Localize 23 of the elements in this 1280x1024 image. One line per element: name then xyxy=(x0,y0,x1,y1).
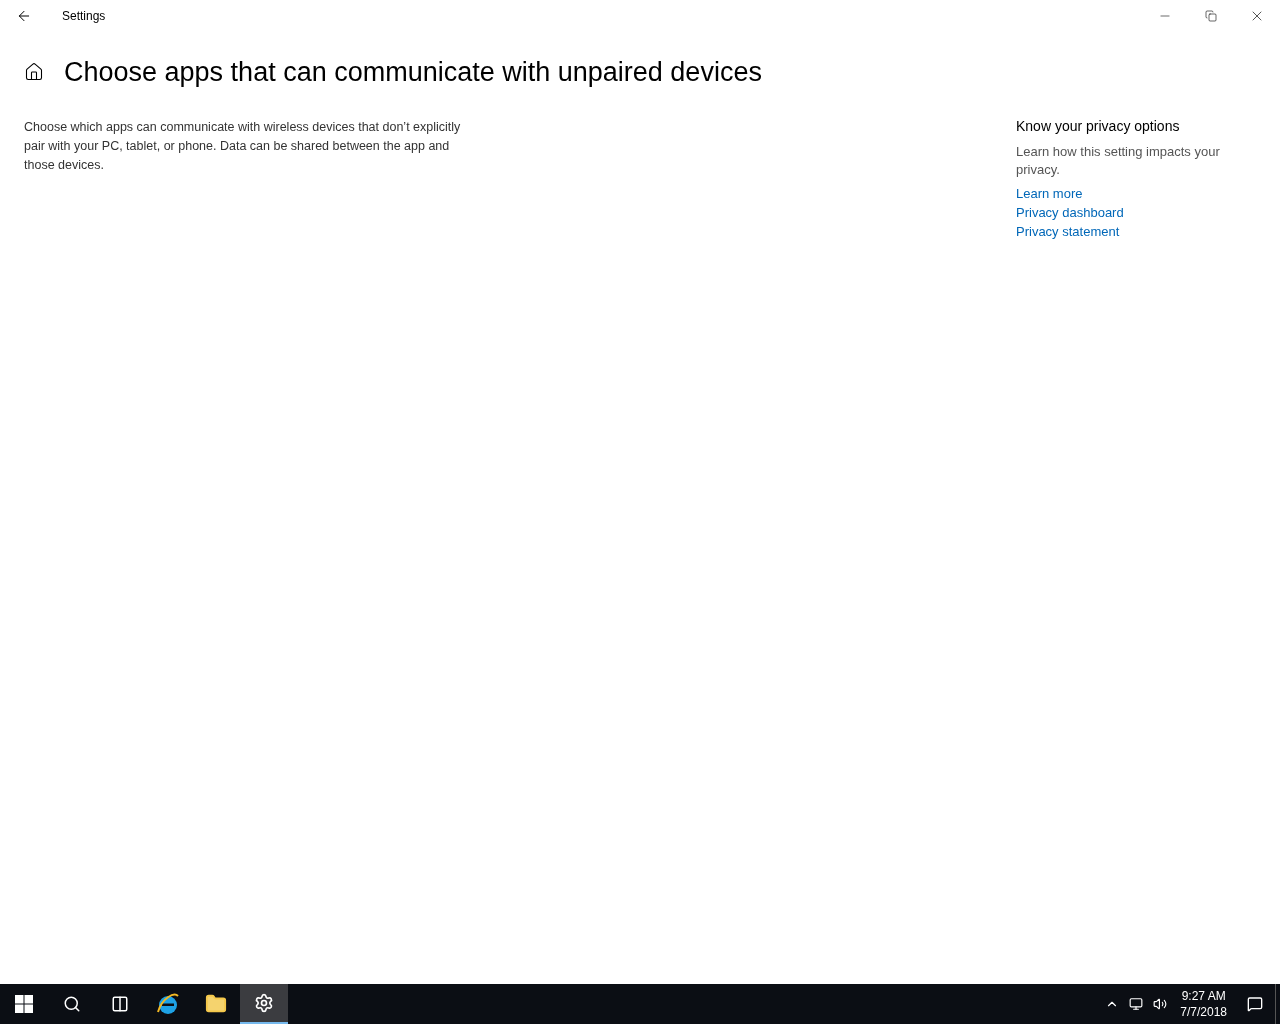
search-icon xyxy=(63,995,81,1013)
home-button[interactable] xyxy=(24,62,44,82)
privacy-text: Learn how this setting impacts your privacy. xyxy=(1016,143,1221,179)
folder-icon xyxy=(205,993,227,1015)
privacy-heading: Know your privacy options xyxy=(1016,117,1181,136)
back-arrow-icon xyxy=(16,8,32,24)
notifications-icon xyxy=(1247,996,1263,1012)
description-text: Choose which apps can communicate with wireless devices that don’t explicitly pair with your PC, tablet, or phone. Data can be shared between the app and those devices. xyxy=(24,119,462,174)
privacy-link[interactable]: Privacy statement xyxy=(1016,222,1120,241)
windows-logo-icon xyxy=(15,995,33,1013)
window-title: Settings xyxy=(62,8,106,24)
home-icon xyxy=(24,62,44,82)
speaker-icon xyxy=(1153,997,1168,1011)
task-view-icon xyxy=(111,995,129,1013)
gear-icon xyxy=(254,993,274,1013)
clock-button[interactable]: 9:27 AM 7/7/2018 xyxy=(1172,984,1235,1024)
privacy-link[interactable]: Learn more xyxy=(1016,184,1083,203)
privacy-link[interactable]: Privacy dashboard xyxy=(1016,203,1124,222)
page-title: Choose apps that can communicate with unpaired devices xyxy=(64,56,762,89)
taskbar-button[interactable] xyxy=(240,984,288,1024)
restore-icon xyxy=(1205,10,1217,22)
e-letter-icon xyxy=(156,992,180,1016)
network-icon xyxy=(1129,997,1144,1011)
